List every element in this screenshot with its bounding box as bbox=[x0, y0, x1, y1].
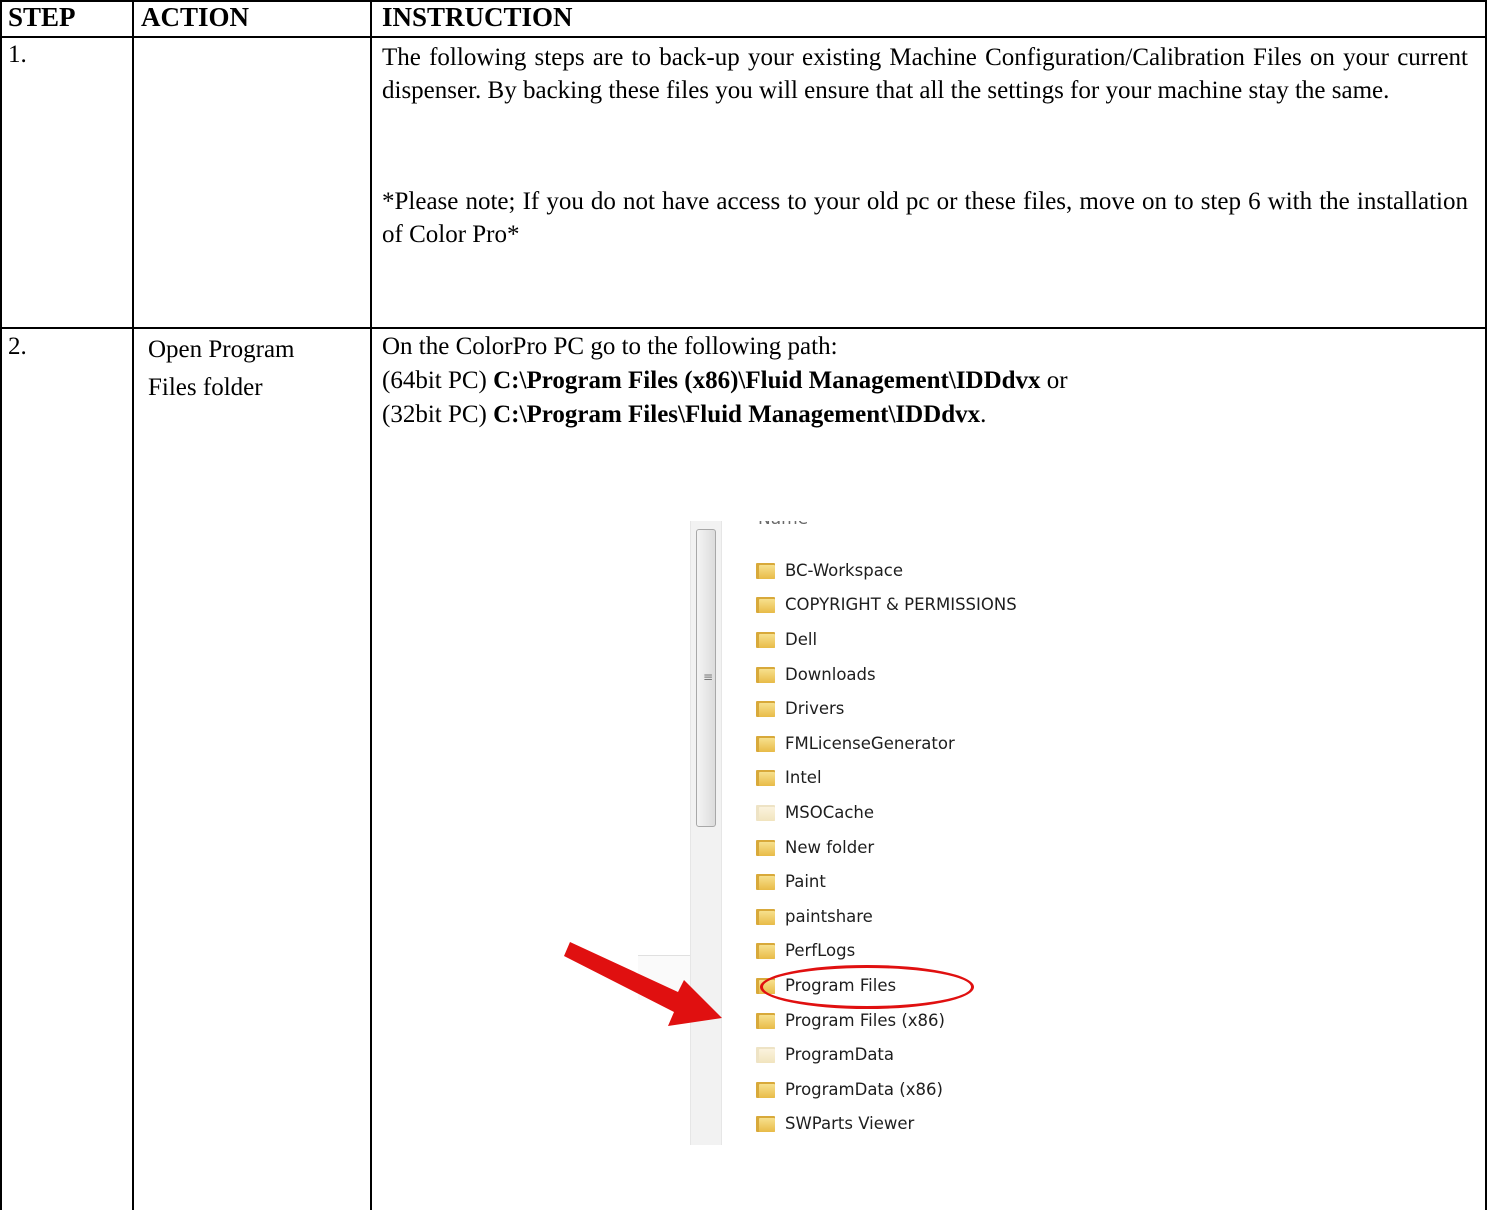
explorer-screenshot: Name ≡ BC-Workspace COPYRIGHT & PERMISSIO… bbox=[638, 521, 1155, 1145]
folder-icon bbox=[756, 942, 775, 960]
vertical-scrollbar[interactable]: ≡ bbox=[690, 521, 722, 1145]
instruction-line-32bit: (32bit PC) C:\Program Files\Fluid Manage… bbox=[382, 401, 987, 428]
folder-item[interactable]: ProgramData (x86) bbox=[756, 1072, 1017, 1107]
header-action: ACTION bbox=[141, 2, 250, 32]
folder-name: ProgramData (x86) bbox=[785, 1079, 943, 1099]
folder-name: ProgramData bbox=[785, 1045, 895, 1065]
action-label-line1: Open Program bbox=[148, 336, 295, 363]
folder-name: BC-Workspace bbox=[785, 560, 904, 580]
folder-icon bbox=[756, 1115, 775, 1133]
folder-item[interactable]: paintshare bbox=[756, 899, 1017, 934]
folder-item[interactable]: SWParts Viewer bbox=[756, 1107, 1017, 1142]
action-label-line2: Files folder bbox=[148, 374, 263, 401]
red-arrow-icon bbox=[564, 942, 722, 1026]
header-step: STEP bbox=[8, 2, 76, 32]
instruction-note: *Please note; If you do not have access … bbox=[382, 188, 1468, 248]
folder-item[interactable]: BC-Workspace bbox=[756, 553, 1017, 588]
folder-icon bbox=[756, 666, 775, 683]
folder-icon bbox=[756, 839, 775, 856]
folder-icon bbox=[756, 1012, 775, 1029]
folder-name: paintshare bbox=[785, 906, 873, 926]
folder-name: Paint bbox=[785, 872, 826, 892]
table-border-right bbox=[1485, 0, 1487, 1210]
folder-icon bbox=[756, 562, 775, 579]
folder-name: FMLicenseGenerator bbox=[785, 733, 955, 753]
folder-icon bbox=[756, 1046, 775, 1064]
folder-item[interactable]: New folder bbox=[756, 830, 1017, 865]
folder-name: Program Files (x86) bbox=[785, 1010, 945, 1030]
folder-icon bbox=[756, 1081, 775, 1098]
folder-name: Dell bbox=[785, 629, 818, 649]
folder-icon bbox=[756, 873, 775, 891]
table-border-left bbox=[0, 0, 2, 1210]
highlight-circle bbox=[760, 965, 974, 1009]
folder-item[interactable]: Dell bbox=[756, 622, 1017, 657]
path-32bit: C:\Program Files\Fluid Management\IDDdvx bbox=[493, 401, 981, 428]
folder-item[interactable]: PerfLogs bbox=[756, 934, 1017, 969]
step-number-2: 2. bbox=[8, 333, 27, 360]
folder-name: New folder bbox=[785, 837, 875, 857]
folder-name: COPYRIGHT & PERMISSIONS bbox=[785, 595, 1017, 615]
folder-item[interactable]: Intel bbox=[756, 761, 1017, 796]
scrollbar-thumb[interactable]: ≡ bbox=[696, 529, 716, 827]
folder-icon bbox=[756, 908, 775, 925]
grip-icon: ≡ bbox=[703, 670, 714, 684]
instruction-paragraph-1: The following steps are to back-up your … bbox=[382, 44, 1468, 104]
column-divider-step bbox=[132, 0, 134, 1210]
folder-name: Downloads bbox=[785, 664, 876, 684]
header-instruction: INSTRUCTION bbox=[382, 2, 573, 32]
path-64bit: C:\Program Files (x86)\Fluid Management\… bbox=[493, 367, 1041, 394]
folder-list: BC-Workspace COPYRIGHT & PERMISSIONS Dell D… bbox=[756, 553, 1017, 1141]
folder-name: PerfLogs bbox=[785, 941, 856, 961]
folder-item[interactable]: COPYRIGHT & PERMISSIONS bbox=[756, 588, 1017, 623]
folder-item[interactable]: Downloads bbox=[756, 657, 1017, 692]
folder-icon bbox=[756, 631, 775, 648]
step-number-1: 1. bbox=[8, 41, 27, 68]
instruction-line-path-intro: On the ColorPro PC go to the following p… bbox=[382, 333, 838, 360]
folder-icon bbox=[756, 700, 775, 718]
folder-name: Drivers bbox=[785, 699, 845, 719]
folder-item[interactable]: Drivers bbox=[756, 691, 1017, 726]
folder-item[interactable]: FMLicenseGenerator bbox=[756, 726, 1017, 761]
folder-item[interactable]: ProgramData bbox=[756, 1037, 1017, 1072]
instruction-line-64bit: (64bit PC) C:\Program Files (x86)\Fluid … bbox=[382, 367, 1068, 394]
folder-item[interactable]: MSOCache bbox=[756, 795, 1017, 830]
folder-icon bbox=[756, 804, 775, 821]
header-divider bbox=[0, 36, 1487, 38]
folder-name: SWParts Viewer bbox=[785, 1114, 915, 1134]
folder-name: Intel bbox=[785, 768, 822, 788]
folder-name: MSOCache bbox=[785, 802, 875, 822]
folder-icon bbox=[756, 596, 775, 614]
folder-icon bbox=[756, 769, 775, 787]
row-divider bbox=[0, 327, 1487, 329]
folder-icon bbox=[756, 735, 775, 752]
column-divider-action bbox=[370, 0, 372, 1210]
name-column-header: Name bbox=[758, 521, 808, 529]
folder-item[interactable]: Paint bbox=[756, 864, 1017, 899]
